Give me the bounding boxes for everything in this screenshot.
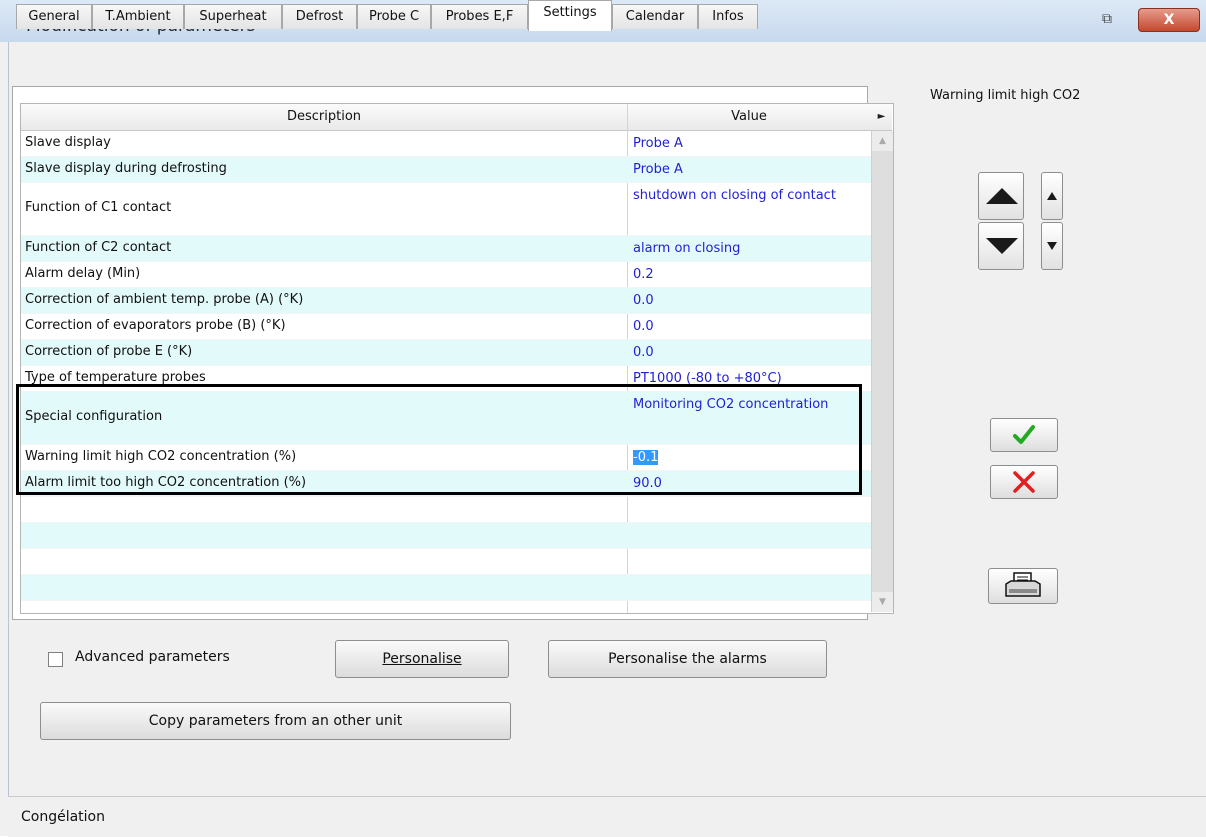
- table-row[interactable]: Alarm delay (Min) 0.2: [21, 262, 871, 288]
- table-row[interactable]: Slave display during defrosting Probe A: [21, 157, 871, 183]
- row-description: Function of C1 contact: [25, 200, 172, 215]
- selected-parameter-label: Warning limit high CO2: [930, 88, 1081, 103]
- row-description: Type of temperature probes: [25, 370, 206, 385]
- table-header: Description Value: [21, 104, 871, 131]
- cancel-button[interactable]: [990, 465, 1058, 499]
- scroll-down-icon[interactable]: ▼: [872, 592, 893, 612]
- row-value[interactable]: shutdown on closing of contact: [633, 183, 863, 208]
- status-bar: Congélation: [8, 796, 1206, 837]
- decrease-small-button[interactable]: [1041, 222, 1063, 270]
- table-row[interactable]: Function of C1 contact shutdown on closi…: [21, 183, 871, 236]
- tab-infos[interactable]: Infos: [698, 4, 758, 29]
- row-value[interactable]: Probe A: [633, 157, 863, 182]
- tab-superheat[interactable]: Superheat: [184, 4, 282, 29]
- table-row-empty[interactable]: [21, 601, 871, 613]
- row-description: Correction of ambient temp. probe (A) (°…: [25, 292, 304, 307]
- advanced-parameters-checkbox[interactable]: [48, 652, 63, 667]
- personalise-alarms-button[interactable]: Personalise the alarms: [548, 640, 827, 678]
- row-value[interactable]: 0.0: [633, 340, 863, 365]
- row-value[interactable]: Probe A: [633, 131, 863, 156]
- table-row-empty[interactable]: [21, 497, 871, 523]
- highlight-box: [16, 384, 862, 495]
- row-value[interactable]: 0.2: [633, 262, 863, 287]
- small-triangle-up-icon: [1047, 192, 1057, 200]
- row-description: Slave display during defrosting: [25, 161, 227, 176]
- confirm-button[interactable]: [990, 418, 1058, 452]
- tab-settings[interactable]: Settings: [528, 0, 612, 31]
- table-row[interactable]: Slave display Probe A: [21, 131, 871, 157]
- table-row[interactable]: Correction of evaporators probe (B) (°K)…: [21, 314, 871, 340]
- restore-icon[interactable]: ⧉: [1096, 10, 1118, 28]
- row-description: Alarm delay (Min): [25, 266, 141, 281]
- tab-probe-c[interactable]: Probe C: [357, 4, 431, 29]
- print-button[interactable]: [988, 568, 1058, 604]
- row-description: Correction of evaporators probe (B) (°K): [25, 318, 286, 333]
- scroll-up-icon[interactable]: ▲: [872, 131, 893, 151]
- vertical-scrollbar[interactable]: ▲ ▼: [871, 131, 893, 612]
- personalise-button-label: Personalise: [382, 651, 462, 667]
- tab-calendar[interactable]: Calendar: [612, 4, 698, 29]
- parameters-table: Description Value ► Slave display Probe …: [20, 103, 894, 614]
- row-description: Correction of probe E (°K): [25, 344, 193, 359]
- row-value[interactable]: 0.0: [633, 314, 863, 339]
- triangle-up-icon: [986, 188, 1018, 204]
- header-scroll-right-icon[interactable]: ►: [871, 104, 892, 131]
- table-row-empty[interactable]: [21, 549, 871, 575]
- row-description: Slave display: [25, 135, 111, 150]
- table-row[interactable]: Correction of probe E (°K) 0.0: [21, 340, 871, 366]
- copy-parameters-button[interactable]: Copy parameters from an other unit: [40, 702, 511, 740]
- triangle-down-icon: [986, 238, 1018, 254]
- red-x-icon: [1013, 471, 1035, 493]
- table-row-empty[interactable]: [21, 575, 871, 601]
- small-triangle-down-icon: [1047, 242, 1057, 250]
- table-rows: Slave display Probe A Slave display duri…: [21, 131, 871, 613]
- tab-probes-ef[interactable]: Probes E,F: [431, 4, 528, 29]
- advanced-parameters-label: Advanced parameters: [75, 649, 230, 665]
- increase-small-button[interactable]: [1041, 172, 1063, 220]
- table-row[interactable]: Function of C2 contact alarm on closing: [21, 236, 871, 262]
- column-header-description[interactable]: Description: [21, 104, 628, 130]
- tab-general[interactable]: General: [16, 4, 92, 29]
- row-value[interactable]: 0.0: [633, 288, 863, 313]
- table-row-empty[interactable]: [21, 523, 871, 549]
- personalise-button[interactable]: Personalise: [335, 640, 509, 678]
- table-row[interactable]: Correction of ambient temp. probe (A) (°…: [21, 288, 871, 314]
- decrease-big-button[interactable]: [978, 222, 1024, 270]
- tab-defrost[interactable]: Defrost: [282, 4, 357, 29]
- close-button[interactable]: X: [1138, 8, 1200, 32]
- column-header-value[interactable]: Value: [628, 104, 870, 130]
- tab-t-ambient[interactable]: T.Ambient: [92, 4, 184, 29]
- printer-icon: [1005, 572, 1041, 597]
- row-description: Function of C2 contact: [25, 240, 172, 255]
- parameters-window: Modification of parameters ⧉ X General T…: [0, 0, 1206, 837]
- row-value[interactable]: alarm on closing: [633, 236, 863, 261]
- status-text: Congélation: [21, 809, 105, 825]
- checkmark-icon: [1013, 425, 1035, 444]
- increase-big-button[interactable]: [978, 172, 1024, 220]
